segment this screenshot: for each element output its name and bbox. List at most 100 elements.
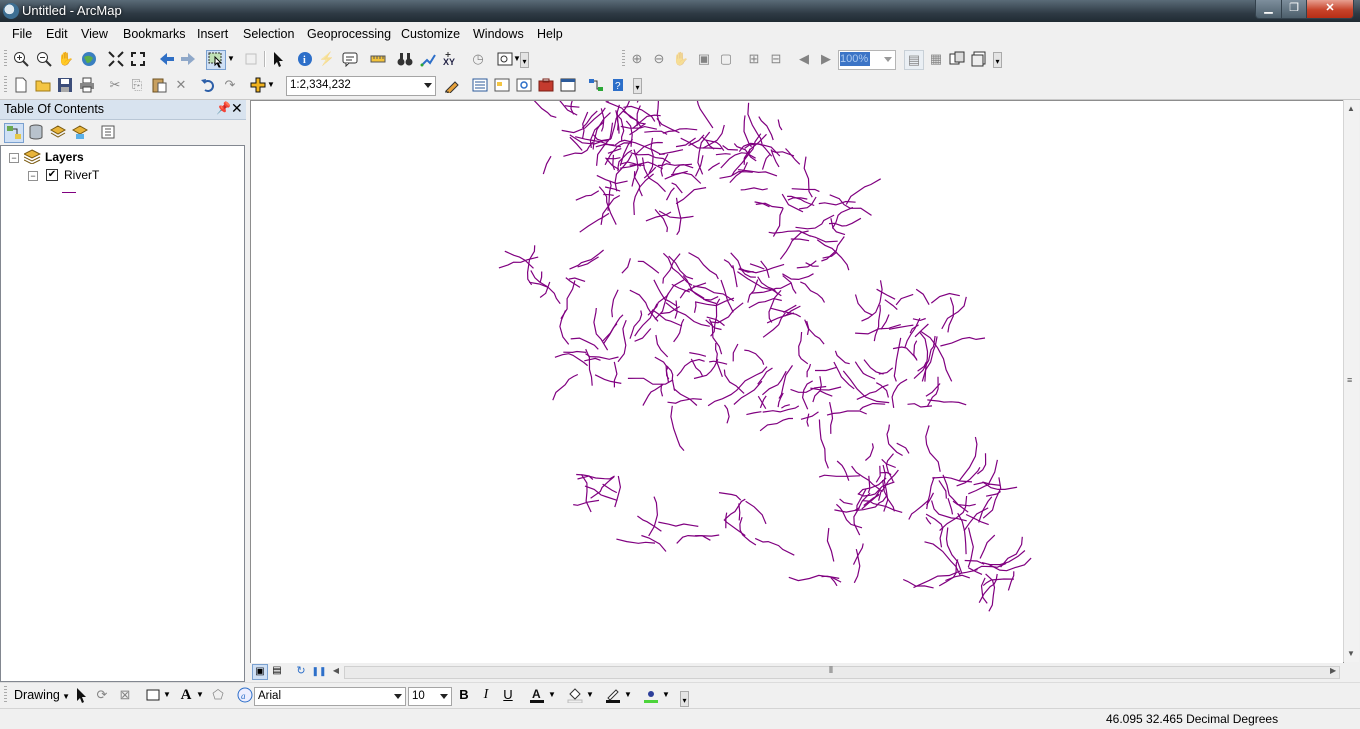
menu-selection[interactable]: Selection <box>243 27 294 41</box>
scroll-grip-icon[interactable]: ≡ <box>1347 375 1352 385</box>
data-driven-pages-icon[interactable] <box>970 50 988 68</box>
data-view-icon[interactable]: ▣ <box>252 664 268 680</box>
font-name-combo[interactable]: Arial <box>254 687 406 706</box>
select-elements-icon[interactable] <box>269 50 287 68</box>
time-slider-icon[interactable]: ◷ <box>469 50 487 68</box>
delete-icon[interactable]: ✕ <box>172 76 190 94</box>
layout-zoom-out-icon[interactable]: ⊖ <box>650 50 668 68</box>
toolbar-grip[interactable] <box>4 76 7 94</box>
horizontal-scrollbar[interactable]: ⦀ <box>344 665 1340 679</box>
marker-color-dropdown-icon[interactable]: ▼ <box>661 686 671 704</box>
add-data-icon[interactable] <box>249 76 267 94</box>
model-builder-icon[interactable] <box>587 76 605 94</box>
toc-options-icon[interactable] <box>99 123 117 141</box>
menu-customize[interactable]: Customize <box>401 27 460 41</box>
zoom-to-selected-icon[interactable]: ⊠ <box>116 686 134 704</box>
table-of-contents-icon[interactable] <box>471 76 489 94</box>
line-color-dropdown-icon[interactable]: ▼ <box>623 686 633 704</box>
add-data-dropdown-icon[interactable]: ▼ <box>266 76 276 94</box>
line-color-icon[interactable] <box>604 686 622 704</box>
print-icon[interactable] <box>78 76 96 94</box>
find-route-icon[interactable] <box>419 50 437 68</box>
fixed-zoom-out-icon[interactable] <box>129 50 147 68</box>
html-popup-icon[interactable] <box>341 50 359 68</box>
marker-color-icon[interactable] <box>642 686 660 704</box>
save-icon[interactable] <box>56 76 74 94</box>
search-window-icon[interactable] <box>515 76 533 94</box>
list-by-visibility-icon[interactable] <box>49 123 67 141</box>
python-window-icon[interactable] <box>559 76 577 94</box>
list-by-source-icon[interactable] <box>27 123 45 141</box>
layout-toolbar-grip[interactable] <box>622 50 625 68</box>
data-frame-label[interactable]: Layers <box>45 150 84 164</box>
help-whats-this-icon[interactable]: ? <box>609 76 627 94</box>
font-size-combo[interactable]: 10 <box>408 687 452 706</box>
menu-insert[interactable]: Insert <box>197 27 228 41</box>
font-color-icon[interactable]: A <box>528 686 546 704</box>
text-dropdown-icon[interactable]: ▼ <box>195 686 205 704</box>
map-scale-combo[interactable]: 1:2,334,232 <box>286 76 436 96</box>
rectangle-dropdown-icon[interactable]: ▼ <box>162 686 172 704</box>
cut-icon[interactable]: ✂ <box>106 76 124 94</box>
bold-icon[interactable]: B <box>455 686 473 704</box>
scroll-up-icon[interactable]: ▲ <box>1347 104 1355 113</box>
layout-toolbar-options-chevron[interactable]: ▾ <box>993 52 1002 68</box>
layout-fixed-zoom-in-icon[interactable]: ⊞ <box>745 50 763 68</box>
catalog-window-icon[interactable] <box>493 76 511 94</box>
map-display[interactable] <box>250 79 1344 664</box>
collapse-layer-toggle[interactable]: − <box>28 171 38 181</box>
menu-windows[interactable]: Windows <box>473 27 524 41</box>
forward-extent-icon[interactable] <box>179 50 197 68</box>
select-elements-icon[interactable] <box>72 686 90 704</box>
close-icon[interactable]: ✕ <box>231 100 243 117</box>
zoom-whole-page-icon[interactable]: ▣ <box>695 50 713 68</box>
layout-zoom-in-icon[interactable]: ⊕ <box>628 50 646 68</box>
find-icon[interactable] <box>396 50 414 68</box>
zoom-in-icon[interactable] <box>12 50 30 68</box>
layout-forward-icon[interactable]: ▶ <box>817 50 835 68</box>
menu-help[interactable]: Help <box>537 27 563 41</box>
hyperlink-icon[interactable]: ⚡ <box>318 50 336 68</box>
font-type-icon[interactable]: a <box>236 686 254 704</box>
list-by-selection-icon[interactable] <box>71 123 89 141</box>
editor-toolbar-icon[interactable] <box>443 76 461 94</box>
copy-icon[interactable]: ⎘ <box>128 76 146 94</box>
layout-back-icon[interactable]: ◀ <box>795 50 813 68</box>
layer-symbol-line[interactable] <box>62 192 76 193</box>
fill-color-dropdown-icon[interactable]: ▼ <box>585 686 595 704</box>
toolbar-options-chevron[interactable]: ▾ <box>520 52 529 68</box>
focus-data-frame-icon[interactable]: ▦ <box>927 50 945 68</box>
clear-selection-icon[interactable] <box>242 50 260 68</box>
fixed-zoom-in-icon[interactable] <box>107 50 125 68</box>
undo-icon[interactable] <box>199 76 217 94</box>
menu-view[interactable]: View <box>81 27 108 41</box>
font-color-dropdown-icon[interactable]: ▼ <box>547 686 557 704</box>
toolbar-grip[interactable] <box>4 686 7 704</box>
layout-view-icon[interactable]: ▤ <box>270 664 284 678</box>
identify-icon[interactable]: i <box>296 50 314 68</box>
menu-file[interactable]: File <box>12 27 32 41</box>
pin-icon[interactable]: 📌 <box>216 101 231 115</box>
vertical-scrollbar[interactable]: ▲ ≡ ▼ <box>1343 100 1359 662</box>
arcmap-app-icon[interactable] <box>3 3 19 19</box>
standard-toolbar-options-chevron[interactable]: ▾ <box>633 78 642 94</box>
menu-bookmarks[interactable]: Bookmarks <box>123 27 186 41</box>
full-extent-icon[interactable] <box>80 50 98 68</box>
minimize-button[interactable]: ▁ <box>1255 0 1282 19</box>
underline-icon[interactable]: U <box>499 686 517 704</box>
toolbar-grip[interactable] <box>4 50 7 68</box>
pause-drawing-icon[interactable]: ❚❚ <box>311 664 326 678</box>
fill-color-icon[interactable] <box>566 686 584 704</box>
layout-zoom-percent-combo[interactable]: 100% <box>838 50 896 70</box>
open-icon[interactable] <box>34 76 52 94</box>
zoom-out-icon[interactable] <box>35 50 53 68</box>
layer-visibility-checkbox[interactable]: ✔ <box>46 169 58 181</box>
drawing-menu-button[interactable]: Drawing ▼ <box>14 688 70 702</box>
rotate-icon[interactable]: ⟳ <box>93 686 111 704</box>
select-features-icon[interactable] <box>206 50 226 70</box>
go-to-xy-icon[interactable]: XY <box>441 50 459 68</box>
scroll-right-icon[interactable]: ▶ <box>1330 666 1336 675</box>
drawing-toolbar-options-chevron[interactable]: ▾ <box>680 691 689 707</box>
maximize-button[interactable]: ❐ <box>1281 0 1307 19</box>
paste-icon[interactable] <box>150 76 168 94</box>
